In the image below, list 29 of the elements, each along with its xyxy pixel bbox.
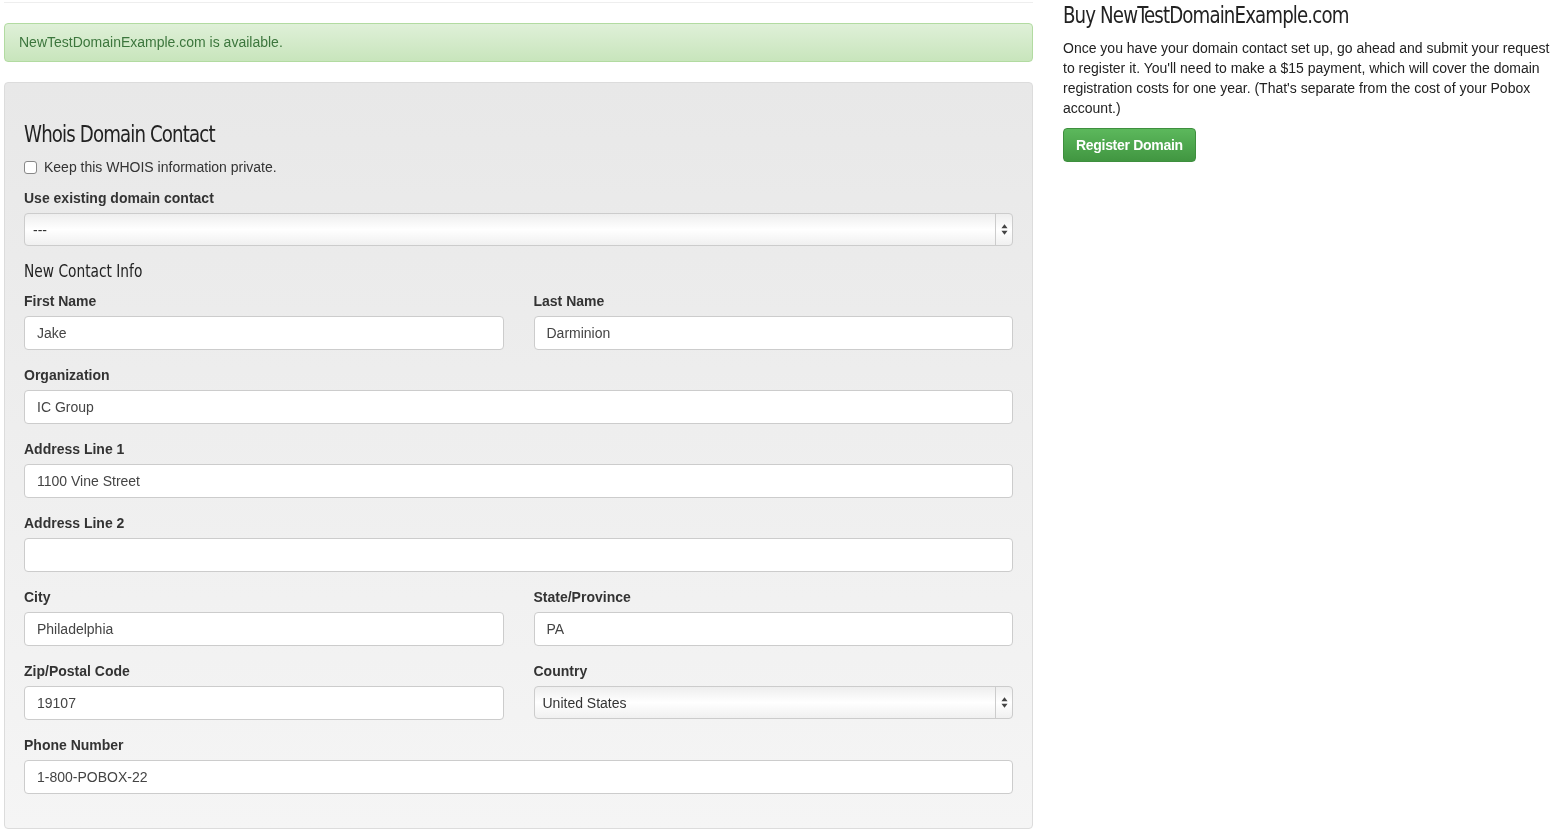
input-field[interactable]: Jake bbox=[24, 316, 504, 350]
field-label: Last Name bbox=[533, 292, 606, 310]
field-label: City bbox=[24, 588, 52, 606]
subsection-title: New Contact Info bbox=[24, 260, 144, 282]
section-title: Whois Domain Contact bbox=[24, 120, 215, 149]
input-field[interactable]: 1100 Vine Street bbox=[24, 464, 1013, 498]
input-field[interactable]: 1-800-POBOX-22 bbox=[24, 760, 1013, 794]
contact-select[interactable]: --- bbox=[24, 213, 1013, 246]
description-text: Once you have your domain contact set up, go ahead and submit your request to register it. You'll need to make a $15 payment, which will cover the domain registration costs for one year. (That's separate from the cost of your Pobox account.) bbox=[1063, 39, 1551, 118]
input-field[interactable] bbox=[24, 538, 1013, 572]
field-label: State/Province bbox=[533, 588, 632, 606]
field-label: First Name bbox=[24, 292, 98, 310]
input-field[interactable]: Philadelphia bbox=[24, 612, 504, 646]
input-field[interactable]: 19107 bbox=[24, 686, 504, 720]
checkbox-label: Keep this WHOIS information private. bbox=[44, 159, 277, 175]
field-label: Zip/Postal Code bbox=[24, 662, 131, 680]
select-field[interactable]: United States bbox=[533, 686, 1013, 719]
page-title: Buy NewTestDomainExample.com bbox=[1063, 1, 1349, 30]
success-alert: NewTestDomainExample.com is available. bbox=[4, 23, 1033, 62]
field-label: Address Line 1 bbox=[24, 440, 126, 458]
checkbox[interactable] bbox=[24, 160, 37, 174]
field-label: Phone Number bbox=[24, 736, 125, 754]
field-label: Country bbox=[533, 662, 589, 680]
field-label: Organization bbox=[24, 366, 111, 384]
field-label: Use existing domain contact bbox=[24, 189, 215, 207]
input-field[interactable]: IC Group bbox=[24, 390, 1013, 424]
input-field[interactable]: PA bbox=[533, 612, 1013, 646]
input-field[interactable]: Darminion bbox=[533, 316, 1013, 350]
field-label: Address Line 2 bbox=[24, 514, 126, 532]
